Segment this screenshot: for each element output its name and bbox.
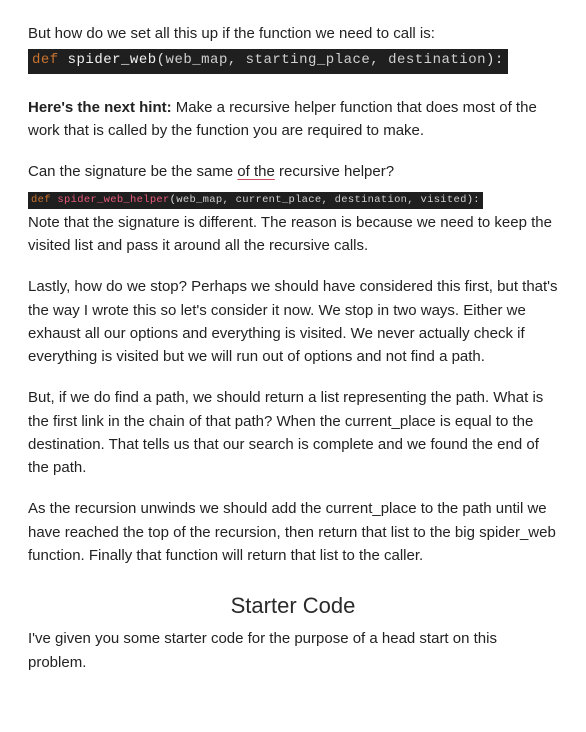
- code2-kw: def: [31, 194, 51, 206]
- found-path: But, if we do find a path, we should ret…: [28, 386, 558, 479]
- signature-q-pre: Can the signature be the same: [28, 163, 237, 180]
- hint-label: Here's the next hint:: [28, 99, 172, 116]
- code1-fn: spider_web: [68, 52, 157, 68]
- code2-params: web_map, current_place, destination, vis…: [176, 194, 466, 206]
- code2-fn: spider_web_helper: [57, 194, 169, 206]
- code-signature-helper: def spider_web_helper(web_map, current_p…: [28, 192, 483, 209]
- intro-line: But how do we set all this up if the fun…: [28, 22, 558, 45]
- code-signature-main: def spider_web(web_map, starting_place, …: [28, 49, 508, 74]
- starter-code-text: I've given you some starter code for the…: [28, 627, 558, 674]
- code2-close: ):: [467, 194, 480, 206]
- signature-question: Can the signature be the same of the rec…: [28, 160, 558, 183]
- how-stop: Lastly, how do we stop? Perhaps we shoul…: [28, 275, 558, 368]
- code1-params: web_map, starting_place, destination: [166, 52, 486, 68]
- hint-paragraph: Here's the next hint: Make a recursive h…: [28, 96, 558, 143]
- recursion-unwind: As the recursion unwinds we should add t…: [28, 497, 558, 567]
- signature-note: Note that the signature is different. Th…: [28, 211, 558, 258]
- signature-q-under: of the: [237, 163, 275, 180]
- starter-code-heading: Starter Code: [28, 589, 558, 623]
- code1-close: ):: [486, 52, 504, 68]
- code1-open: (: [157, 52, 166, 68]
- code1-kw: def: [32, 52, 59, 68]
- signature-q-post: recursive helper?: [275, 163, 394, 180]
